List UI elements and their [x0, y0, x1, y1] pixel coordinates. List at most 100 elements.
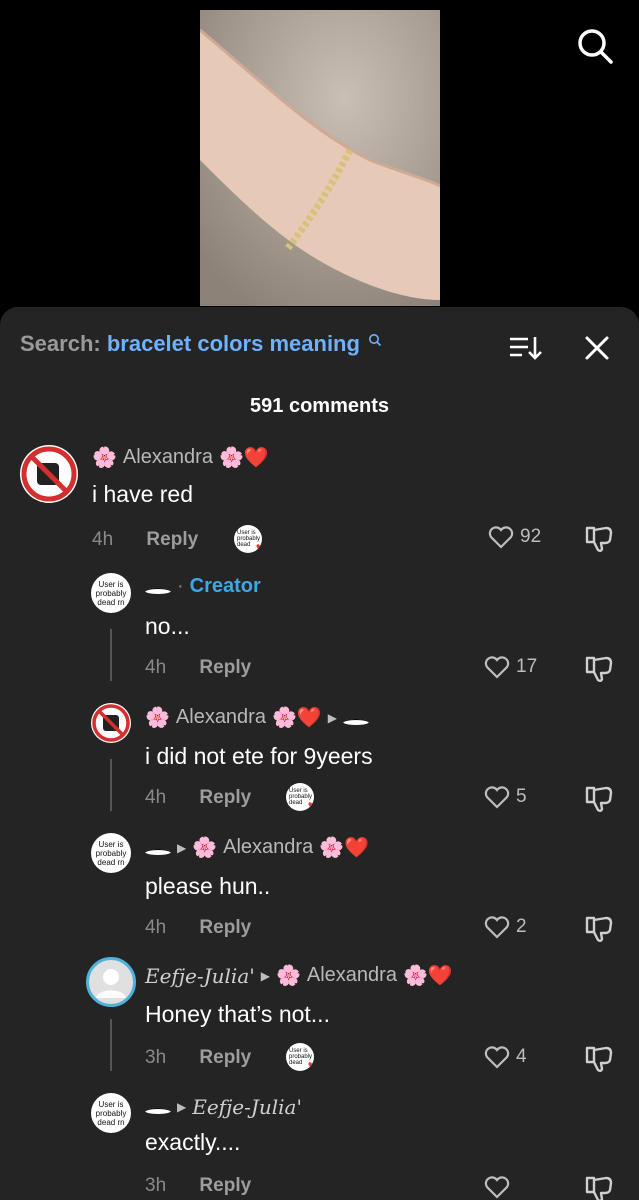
- reply-item: User is probably dead rn ▶ 🌸 Alexandra 🌸…: [0, 829, 639, 949]
- reply-item: Eefje-Julia' ▶ 🌸 Alexandra 🌸❤️ Honey tha…: [0, 957, 639, 1077]
- author-name: Alexandra: [122, 446, 213, 468]
- comment-author[interactable]: 🌸 Alexandra 🌸❤️ ▶: [145, 705, 370, 730]
- comment-text: exactly....: [145, 1129, 241, 1155]
- comment-author[interactable]: · Creator: [145, 575, 261, 598]
- comment-meta: 3h Reply: [145, 1175, 251, 1197]
- reply-button[interactable]: Reply: [199, 657, 251, 678]
- no-fist-icon: [92, 704, 130, 742]
- heart-icon: [484, 656, 510, 679]
- like-count: 2: [516, 916, 527, 937]
- timestamp: 4h: [145, 787, 167, 808]
- dislike-icon[interactable]: [584, 525, 614, 558]
- comment-text: i did not ete for 9yeers: [145, 743, 373, 769]
- avatar[interactable]: [86, 957, 136, 1007]
- heart-icon: ♥: [255, 539, 262, 553]
- author-name: Alexandra: [175, 706, 266, 728]
- like-count: 92: [520, 526, 542, 547]
- heart-icon: ♥: [307, 1057, 314, 1071]
- like-button[interactable]: 2: [484, 915, 527, 939]
- close-icon[interactable]: [580, 331, 614, 365]
- reply-item: User is probably dead rn ▶ Eefje-Julia' …: [0, 1089, 639, 1200]
- reply-to-name: Eefje-Julia': [192, 1095, 302, 1119]
- heart-icon: [488, 526, 514, 549]
- like-count: 4: [516, 1046, 527, 1067]
- avatar[interactable]: User is probably dead rn: [91, 1093, 131, 1133]
- search-term-link[interactable]: bracelet colors meaning: [107, 331, 360, 356]
- like-count: 17: [516, 656, 538, 677]
- reply-button[interactable]: Reply: [146, 529, 198, 550]
- dislike-icon[interactable]: [584, 1045, 614, 1078]
- like-button[interactable]: 17: [484, 655, 537, 679]
- author-name: Eefje-Julia': [145, 963, 255, 988]
- name-emoji-suffix: 🌸❤️: [271, 707, 322, 729]
- comment-item: 🌸 Alexandra 🌸❤️ i have red 4h Reply User…: [0, 437, 639, 557]
- name-emoji-suffix: 🌸❤️: [218, 447, 269, 469]
- dislike-icon[interactable]: [584, 1175, 614, 1200]
- timestamp: 4h: [92, 529, 114, 550]
- author-handle-mark: [145, 848, 171, 855]
- like-button[interactable]: 92: [488, 525, 541, 549]
- comment-meta: 4h Reply: [145, 787, 251, 809]
- video-thumbnail[interactable]: [200, 10, 440, 306]
- comment-count: 591 comments: [250, 395, 389, 417]
- reply-item: 🌸 Alexandra 🌸❤️ ▶ i did not ete for 9yee…: [0, 699, 639, 819]
- timestamp: 4h: [145, 657, 167, 678]
- comments-header: Search: bracelet colors meaning: [0, 307, 639, 387]
- like-button[interactable]: 4: [484, 1045, 527, 1069]
- comment-author[interactable]: ▶ 🌸 Alexandra 🌸❤️: [145, 835, 369, 860]
- heart-icon: [484, 1046, 510, 1069]
- avatar[interactable]: User is probably dead rn: [91, 833, 131, 873]
- search-suggestion[interactable]: Search: bracelet colors meaning: [20, 331, 382, 357]
- reply-to-handle-mark: [343, 718, 370, 725]
- comments-sheet: Search: bracelet colors meaning 591 comm…: [0, 307, 639, 1200]
- reply-to-emoji-prefix: 🌸: [275, 965, 301, 987]
- heart-icon: [484, 916, 510, 939]
- dislike-icon[interactable]: [584, 915, 614, 948]
- reply-to-emoji-suffix: 🌸❤️: [319, 837, 370, 859]
- author-handle-mark: [145, 587, 171, 594]
- avatar-text: User is probably dead rn: [95, 579, 127, 607]
- sort-icon[interactable]: [508, 333, 542, 363]
- heart-icon: [484, 1176, 510, 1199]
- reply-arrow-icon: ▶: [177, 840, 187, 855]
- like-button[interactable]: [484, 1175, 510, 1199]
- name-emoji-prefix: 🌸: [92, 447, 117, 469]
- thread-line: [110, 759, 112, 811]
- comment-author[interactable]: 🌸 Alexandra 🌸❤️: [92, 445, 269, 470]
- comment-text: please hun..: [145, 873, 271, 899]
- author-handle-mark: [145, 1108, 171, 1114]
- search-icon[interactable]: [575, 26, 615, 66]
- creator-liked-badge: User is probably dead ♥: [234, 525, 262, 553]
- comment-text: i have red: [92, 481, 194, 507]
- creator-liked-badge: User is probably dead ♥: [286, 783, 314, 811]
- avatar[interactable]: [20, 445, 78, 503]
- timestamp: 3h: [145, 1047, 167, 1068]
- video-player[interactable]: [0, 0, 639, 320]
- dislike-icon[interactable]: [584, 655, 614, 688]
- thread-line: [110, 629, 112, 681]
- comment-meta: 4h Reply: [92, 529, 198, 551]
- reply-button[interactable]: Reply: [199, 1175, 251, 1196]
- reply-item: User is probably dead rn · Creator no...…: [0, 569, 639, 689]
- search-prefix: Search:: [20, 331, 101, 356]
- comment-meta: 3h Reply: [145, 1047, 251, 1069]
- avatar[interactable]: [91, 703, 131, 743]
- like-count: 5: [516, 786, 527, 807]
- reply-arrow-icon: ▶: [177, 1100, 187, 1114]
- reply-to-emoji-suffix: 🌸❤️: [402, 965, 453, 987]
- reply-button[interactable]: Reply: [199, 917, 251, 938]
- comment-text: Honey that’s not...: [145, 1001, 330, 1027]
- reply-button[interactable]: Reply: [199, 787, 251, 808]
- comment-author[interactable]: ▶ Eefje-Julia': [145, 1095, 302, 1119]
- reply-to-emoji-prefix: 🌸: [192, 837, 218, 859]
- heart-icon: ♥: [307, 797, 314, 811]
- dislike-icon[interactable]: [584, 785, 614, 818]
- avatar[interactable]: User is probably dead rn: [91, 573, 131, 613]
- comment-text: no...: [145, 613, 190, 639]
- creator-liked-badge: User is probably dead ♥: [286, 1043, 314, 1071]
- reply-button[interactable]: Reply: [199, 1047, 251, 1068]
- timestamp: 3h: [145, 1175, 167, 1196]
- comment-author[interactable]: Eefje-Julia' ▶ 🌸 Alexandra 🌸❤️: [145, 963, 453, 988]
- heart-icon: [484, 786, 510, 809]
- like-button[interactable]: 5: [484, 785, 527, 809]
